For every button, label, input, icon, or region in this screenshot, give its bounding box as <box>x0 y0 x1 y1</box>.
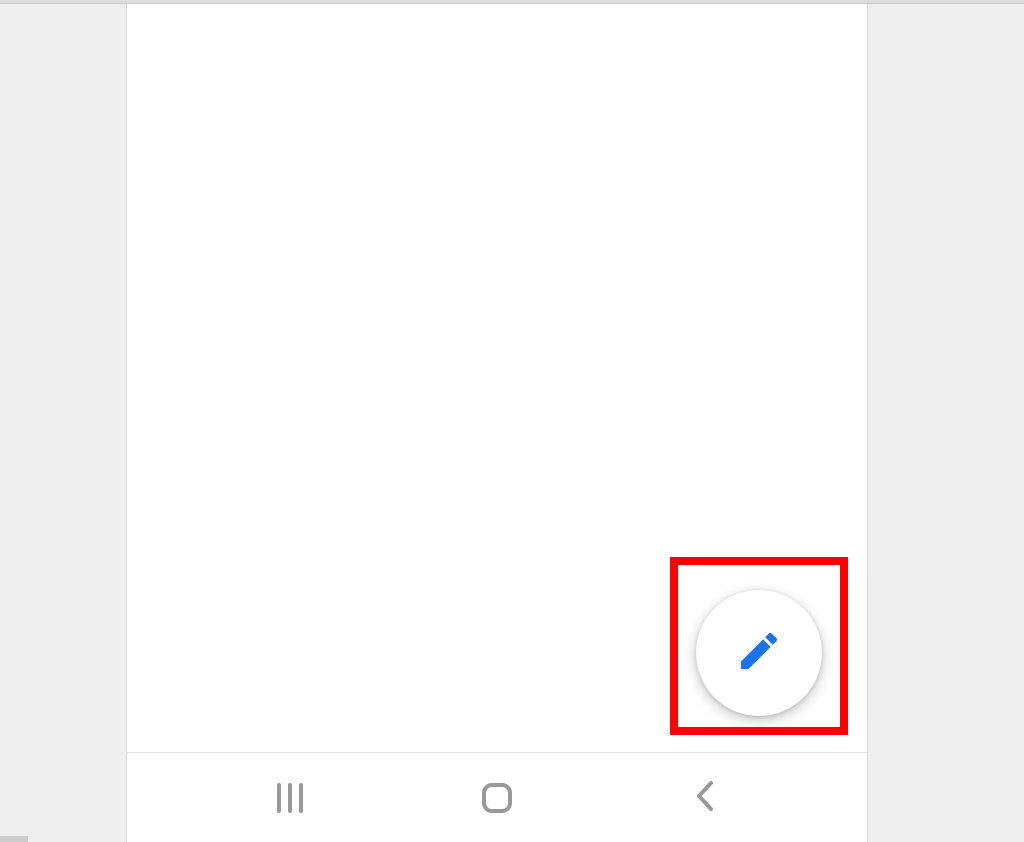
compose-fab-button[interactable] <box>696 590 822 716</box>
phone-screen-frame <box>126 4 868 842</box>
home-button[interactable] <box>457 768 537 828</box>
recents-button[interactable] <box>250 768 330 828</box>
home-icon <box>482 783 512 813</box>
back-button[interactable] <box>664 768 744 828</box>
back-icon <box>693 779 715 817</box>
bottom-mark <box>0 836 28 842</box>
android-navigation-bar <box>127 753 867 842</box>
pencil-icon <box>735 627 783 679</box>
recents-icon <box>277 783 303 813</box>
